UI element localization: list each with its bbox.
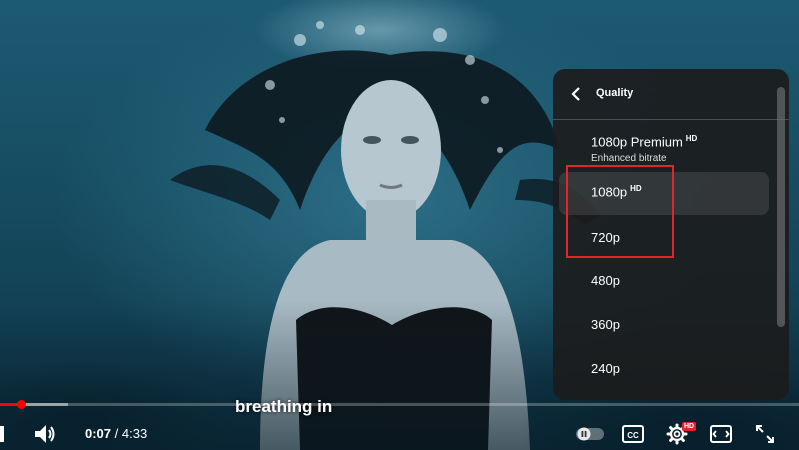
- chevron-left-icon: [571, 87, 580, 101]
- back-button[interactable]: [565, 83, 587, 105]
- captions-button[interactable]: CC: [620, 422, 646, 446]
- fullscreen-icon: [756, 425, 774, 443]
- quality-option-label: 360p: [591, 317, 620, 332]
- quality-menu-header: Quality: [553, 69, 789, 120]
- quality-option-480p[interactable]: 480p: [559, 259, 769, 302]
- autoplay-toggle[interactable]: [575, 425, 605, 443]
- duration: 4:33: [121, 426, 148, 441]
- time-separator: /: [111, 426, 122, 441]
- miniplayer-button[interactable]: [708, 422, 734, 446]
- quality-option-label: 240p: [591, 361, 620, 376]
- volume-button[interactable]: [30, 420, 60, 448]
- quality-option-label: 1080p Premium: [591, 134, 683, 150]
- subtitle-caption: breathing in: [235, 397, 333, 416]
- svg-text:CC: CC: [627, 431, 639, 440]
- highlight-box: [566, 165, 674, 258]
- progress-bar[interactable]: [0, 403, 799, 406]
- settings-hd-badge: HD: [682, 422, 697, 431]
- quality-option-sublabel: Enhanced bitrate: [591, 153, 667, 164]
- quality-menu-title: Quality: [596, 87, 634, 99]
- quality-option-240p[interactable]: 240p: [559, 347, 769, 390]
- miniplayer-icon: [710, 425, 732, 443]
- progress-scrubber[interactable]: [16, 400, 26, 409]
- autoplay-toggle-icon: [576, 427, 604, 441]
- menu-scrollbar[interactable]: [777, 87, 785, 327]
- play-button-edge[interactable]: [0, 426, 4, 442]
- current-time: 0:07: [85, 426, 112, 441]
- hd-badge: HD: [685, 134, 698, 143]
- time-display: 0:07 / 4:33: [85, 426, 147, 441]
- quality-option-360p[interactable]: 360p: [559, 303, 769, 346]
- volume-icon: [35, 425, 55, 443]
- fullscreen-button[interactable]: [752, 421, 778, 447]
- captions-icon: CC: [622, 425, 644, 443]
- quality-option-label: 480p: [591, 273, 620, 288]
